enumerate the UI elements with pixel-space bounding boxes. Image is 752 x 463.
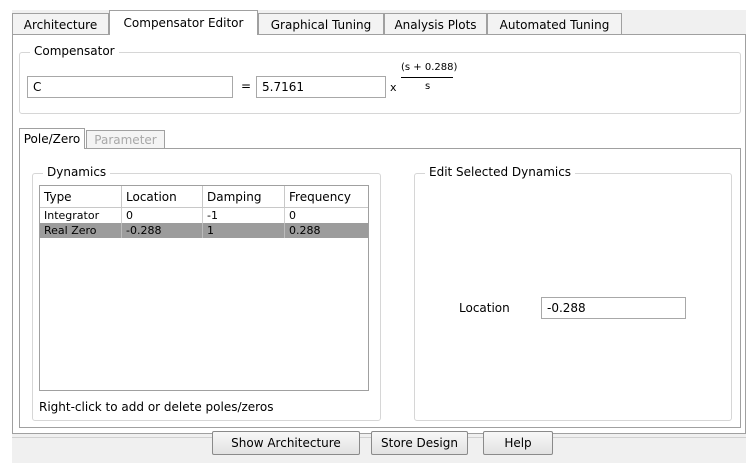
location-input[interactable]: -0.288 (541, 297, 686, 319)
cell-damping[interactable]: 1 (203, 223, 285, 238)
gain-field[interactable]: 5.7161 (256, 76, 386, 98)
compensator-group-label: Compensator (30, 44, 119, 58)
dynamics-group: Dynamics Type Location Damping Frequency… (32, 165, 381, 421)
show-architecture-button[interactable]: Show Architecture (212, 431, 360, 455)
cell-damping[interactable]: -1 (203, 208, 285, 223)
tab-architecture[interactable]: Architecture (12, 13, 109, 35)
compensator-editor-window: Architecture Compensator Editor Graphica… (12, 10, 746, 463)
store-design-button[interactable]: Store Design (371, 431, 468, 455)
equals-sign: = (241, 79, 252, 93)
column-header-damping[interactable]: Damping (203, 186, 285, 208)
dynamics-table[interactable]: Type Location Damping Frequency Integrat… (39, 185, 369, 391)
compensator-editor-panel: Compensator C = 5.7161 x (s + 0.288) s P… (12, 34, 746, 434)
tab-graphical-tuning[interactable]: Graphical Tuning (258, 13, 384, 35)
multiply-sign: x (390, 81, 397, 94)
tab-pole-zero[interactable]: Pole/Zero (19, 128, 85, 149)
edit-selected-dynamics-label: Edit Selected Dynamics (425, 165, 576, 179)
column-header-location[interactable]: Location (122, 186, 203, 208)
compensator-select[interactable]: C (27, 76, 233, 98)
transfer-numerator: (s + 0.288) (401, 62, 458, 73)
cell-location[interactable]: -0.288 (122, 223, 203, 238)
tab-analysis-plots[interactable]: Analysis Plots (384, 13, 487, 35)
table-row[interactable]: Integrator 0 -1 0 (40, 208, 368, 223)
cell-location[interactable]: 0 (122, 208, 203, 223)
edit-selected-dynamics-group: Edit Selected Dynamics Location -0.288 (414, 165, 732, 421)
location-label: Location (459, 301, 510, 315)
cell-type[interactable]: Real Zero (40, 223, 122, 238)
tab-parameter[interactable]: Parameter (86, 130, 165, 149)
tab-compensator-editor[interactable]: Compensator Editor (109, 10, 258, 35)
cell-frequency[interactable]: 0 (285, 208, 368, 223)
column-header-frequency[interactable]: Frequency (285, 186, 368, 208)
column-header-type[interactable]: Type (40, 186, 122, 208)
help-button[interactable]: Help (483, 431, 553, 455)
cell-frequency[interactable]: 0.288 (285, 223, 368, 238)
dynamics-group-label: Dynamics (43, 165, 111, 179)
dynamics-table-header: Type Location Damping Frequency (40, 186, 368, 208)
pole-zero-panel: Dynamics Type Location Damping Frequency… (19, 148, 741, 428)
dynamics-hint: Right-click to add or delete poles/zeros (39, 400, 274, 414)
location-input-value: -0.288 (547, 301, 586, 315)
transfer-denominator: s (425, 81, 431, 92)
compensator-select-value: C (33, 80, 42, 94)
compensator-group: Compensator C = 5.7161 x (s + 0.288) s (19, 44, 741, 114)
fraction-bar (401, 77, 453, 78)
gain-value: 5.7161 (262, 80, 304, 94)
cell-type[interactable]: Integrator (40, 208, 122, 223)
tab-automated-tuning[interactable]: Automated Tuning (487, 13, 622, 35)
table-row-selected[interactable]: Real Zero -0.288 1 0.288 (40, 223, 368, 238)
